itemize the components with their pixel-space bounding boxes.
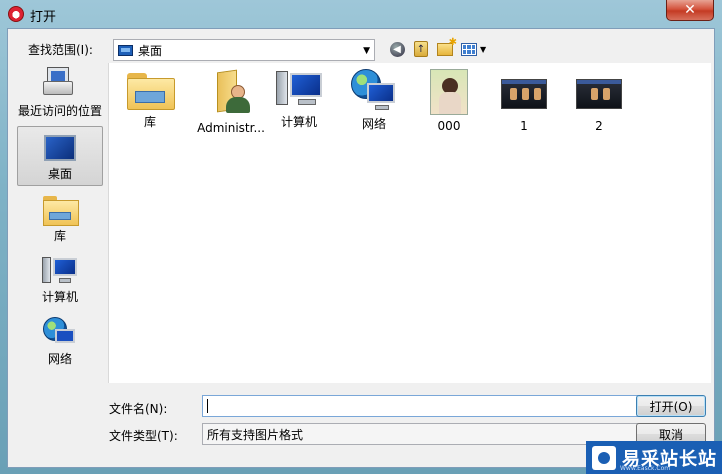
filetype-combo[interactable]: 所有支持图片格式 xyxy=(202,423,639,445)
place-library[interactable]: 库 xyxy=(17,194,103,244)
open-button[interactable]: 打开(O) xyxy=(636,395,706,417)
window-title: 打开 xyxy=(30,10,57,25)
toolbar: ◀ ↑ ▼ xyxy=(388,37,486,58)
title-bar: 打开 ✕ xyxy=(0,0,722,28)
library-icon xyxy=(43,196,79,226)
app-icon xyxy=(8,6,24,22)
file-item-1[interactable]: 1 xyxy=(489,69,559,133)
filetype-value: 所有支持图片格式 xyxy=(207,427,304,442)
places-bar: 最近访问的位置 桌面 库 计算机 网络 xyxy=(13,63,110,461)
file-item-network[interactable]: 网络 xyxy=(339,69,409,132)
file-item-library[interactable]: 库 xyxy=(115,69,185,130)
file-label: 1 xyxy=(520,119,528,133)
photo-thumbnail-icon xyxy=(430,69,468,115)
new-folder-button[interactable] xyxy=(436,37,457,58)
place-computer[interactable]: 计算机 xyxy=(17,255,103,305)
file-list[interactable]: 库 Administr... 计算机 网络 000 1 2 xyxy=(108,63,711,383)
image-thumbnail-icon xyxy=(501,79,547,109)
lookin-label: 查找范围(I): xyxy=(28,43,93,57)
place-desktop[interactable]: 桌面 xyxy=(17,126,103,186)
view-grid-icon xyxy=(461,42,477,56)
file-label: 计算机 xyxy=(280,115,317,129)
lookin-combo[interactable]: 桌面 ▼ xyxy=(113,39,375,61)
back-button[interactable]: ◀ xyxy=(388,40,406,58)
back-arrow-icon: ◀ xyxy=(389,41,405,57)
file-label: 网络 xyxy=(361,117,386,131)
file-label: 库 xyxy=(143,115,156,129)
network-icon xyxy=(43,317,77,346)
file-label: 2 xyxy=(595,119,603,133)
site-watermark: 易采站长站 Www.Easck.Com xyxy=(586,441,722,474)
place-label: 库 xyxy=(53,229,66,243)
file-item-2[interactable]: 2 xyxy=(564,69,634,133)
lookin-value: 桌面 xyxy=(138,43,163,58)
place-network[interactable]: 网络 xyxy=(17,317,103,367)
new-folder-icon xyxy=(437,37,457,56)
place-recent[interactable]: 最近访问的位置 xyxy=(17,67,103,119)
file-item-computer[interactable]: 计算机 xyxy=(264,69,334,130)
library-folder-icon xyxy=(127,69,175,110)
view-menu-button[interactable] xyxy=(460,40,478,58)
file-label: 000 xyxy=(437,119,461,133)
file-label: Administr... xyxy=(197,121,265,135)
text-caret xyxy=(207,399,208,413)
file-item-000[interactable]: 000 xyxy=(414,69,484,133)
desktop-icon xyxy=(44,135,76,161)
place-label: 计算机 xyxy=(41,290,78,304)
place-label: 最近访问的位置 xyxy=(17,104,102,118)
recent-places-icon xyxy=(43,67,77,98)
place-label: 网络 xyxy=(47,352,72,366)
file-item-administrator[interactable]: Administr... xyxy=(189,69,273,135)
chevron-down-icon[interactable]: ▼ xyxy=(363,46,370,56)
site-logo-icon xyxy=(592,445,616,470)
filename-label: 文件名(N): xyxy=(109,402,168,416)
up-folder-icon: ↑ xyxy=(414,41,428,57)
filename-input[interactable] xyxy=(202,395,639,417)
place-label: 桌面 xyxy=(47,167,72,181)
close-button[interactable]: ✕ xyxy=(666,0,714,21)
user-folder-icon xyxy=(211,69,251,117)
chevron-down-icon[interactable]: ▼ xyxy=(480,45,486,54)
network-icon xyxy=(351,69,397,111)
up-folder-button[interactable]: ↑ xyxy=(412,40,430,58)
watermark-subtext: Www.Easck.Com xyxy=(620,465,671,472)
computer-icon xyxy=(42,255,78,284)
filetype-label: 文件类型(T): xyxy=(109,429,178,443)
image-thumbnail-icon xyxy=(576,79,622,109)
desktop-icon xyxy=(118,44,133,56)
computer-icon xyxy=(276,69,322,109)
dialog-body: 查找范围(I): 桌面 ▼ ◀ ↑ ▼ 最近访问的位置 桌面 库 计算机 xyxy=(7,28,715,468)
